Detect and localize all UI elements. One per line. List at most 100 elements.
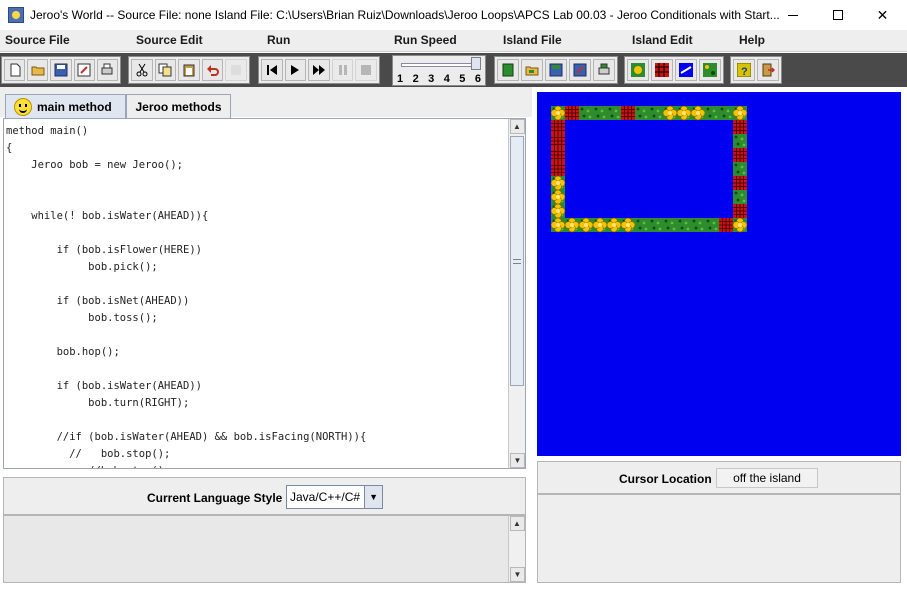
land-tile: [649, 218, 663, 232]
new-file-icon: [10, 63, 21, 77]
new-island-button[interactable]: [497, 59, 519, 81]
tab-jeroo-methods[interactable]: Jeroo methods: [126, 94, 231, 118]
scroll-up-button[interactable]: ▲: [509, 119, 525, 134]
island-map[interactable]: [537, 92, 901, 456]
print-button[interactable]: [96, 59, 119, 81]
land-tile: [677, 218, 691, 232]
reset-icon: [266, 65, 277, 75]
land-tile: [607, 106, 621, 120]
copy-button[interactable]: [154, 59, 177, 81]
save-island-button[interactable]: [545, 59, 567, 81]
redo-button[interactable]: [225, 59, 247, 81]
menu-island-edit[interactable]: Island Edit: [632, 33, 693, 47]
chevron-down-icon: ▼: [513, 570, 522, 579]
source-file-toolbar: [1, 56, 121, 84]
stop-button[interactable]: [355, 59, 377, 81]
land-tile: [733, 162, 747, 176]
tab-main-method[interactable]: main method: [5, 94, 126, 118]
maximize-button[interactable]: [815, 0, 860, 30]
editor-scrollbar[interactable]: ▲ ▼: [508, 119, 525, 468]
land-tile: [579, 106, 593, 120]
help-button[interactable]: ?: [733, 59, 755, 81]
menu-island-file[interactable]: Island File: [503, 33, 562, 47]
net-tile: [551, 134, 565, 148]
close-button[interactable]: ✕: [860, 0, 905, 30]
save-icon: [54, 63, 68, 77]
chevron-up-icon: ▲: [513, 122, 521, 131]
scroll-thumb[interactable]: [510, 136, 524, 386]
land-tile: [635, 106, 649, 120]
net-tile: [551, 162, 565, 176]
open-file-button[interactable]: [27, 59, 49, 81]
exit-button[interactable]: [757, 59, 779, 81]
speed-tick: 6: [474, 73, 481, 85]
cut-icon: [136, 63, 148, 77]
jeroo-app-icon: [8, 7, 24, 23]
flower-tool-button[interactable]: [627, 59, 649, 81]
copy-icon: [158, 63, 172, 77]
smiley-icon: [14, 97, 32, 116]
land-tile: [663, 218, 677, 232]
exit-icon: [762, 63, 775, 77]
land-tile: [733, 190, 747, 204]
speed-ticks: 1 2 3 4 5 6: [395, 73, 483, 85]
island-edit-toolbar: [624, 56, 724, 84]
water-tool-button[interactable]: [675, 59, 697, 81]
print-icon: [101, 63, 113, 75]
net-tile: [719, 218, 733, 232]
help-toolbar: ?: [730, 56, 782, 84]
speed-tick: 2: [412, 73, 419, 85]
net-tile: [621, 106, 635, 120]
code-text[interactable]: method main() { Jeroo bob = new Jeroo();…: [6, 123, 506, 468]
speed-thumb[interactable]: [471, 57, 481, 70]
speed-tick: 5: [459, 73, 466, 85]
save-button[interactable]: [50, 59, 72, 81]
net-tile: [733, 148, 747, 162]
menu-run-speed[interactable]: Run Speed: [394, 33, 457, 47]
message-scrollbar[interactable]: ▲ ▼: [508, 516, 525, 582]
redo-icon: [231, 65, 242, 75]
print-island-button[interactable]: [593, 59, 615, 81]
net-tool-button[interactable]: [651, 59, 673, 81]
dropdown-button[interactable]: ▼: [364, 486, 382, 508]
step-button[interactable]: [284, 59, 307, 81]
new-file-button[interactable]: [4, 59, 26, 81]
scroll-up-button[interactable]: ▲: [509, 516, 525, 531]
menu-source-file[interactable]: Source File: [5, 33, 70, 47]
paste-button[interactable]: [178, 59, 200, 81]
save-as-button[interactable]: [73, 59, 95, 81]
menu-run[interactable]: Run: [267, 33, 290, 47]
maximize-icon: [832, 10, 843, 20]
save-island-icon: [549, 63, 563, 77]
scroll-down-button[interactable]: ▼: [510, 453, 525, 468]
island-grid: [550, 105, 748, 233]
scroll-down-button[interactable]: ▼: [510, 567, 525, 582]
undo-button[interactable]: [201, 59, 224, 81]
grip-icon: [513, 258, 521, 264]
menu-help[interactable]: Help: [739, 33, 765, 47]
minimize-button[interactable]: [770, 0, 815, 30]
close-icon: ✕: [876, 6, 889, 23]
cut-button[interactable]: [131, 59, 153, 81]
run-button[interactable]: [308, 59, 330, 81]
flower-tool-icon: [631, 63, 645, 77]
chevron-up-icon: ▲: [513, 519, 521, 528]
land-tile: [705, 106, 719, 120]
net-tile: [551, 148, 565, 162]
run-speed-slider[interactable]: 1 2 3 4 5 6: [392, 55, 486, 86]
save-island-as-button[interactable]: [569, 59, 591, 81]
language-label: Current Language Style: [147, 491, 283, 505]
open-island-button[interactable]: [521, 59, 543, 81]
land-tile: [635, 218, 649, 232]
pause-button[interactable]: [331, 59, 354, 81]
reset-button[interactable]: [261, 59, 283, 81]
speed-tick: 1: [397, 73, 404, 85]
code-editor[interactable]: method main() { Jeroo bob = new Jeroo();…: [3, 118, 526, 469]
menu-source-edit[interactable]: Source Edit: [136, 33, 203, 47]
minimize-icon: [787, 14, 798, 16]
paste-icon: [183, 64, 195, 77]
language-select[interactable]: Java/C++/C# ▼: [286, 485, 383, 509]
title-bar: Jeroo's World -- Source File: none Islan…: [0, 0, 907, 30]
land-tool-button[interactable]: [699, 59, 721, 81]
net-tile: [733, 176, 747, 190]
